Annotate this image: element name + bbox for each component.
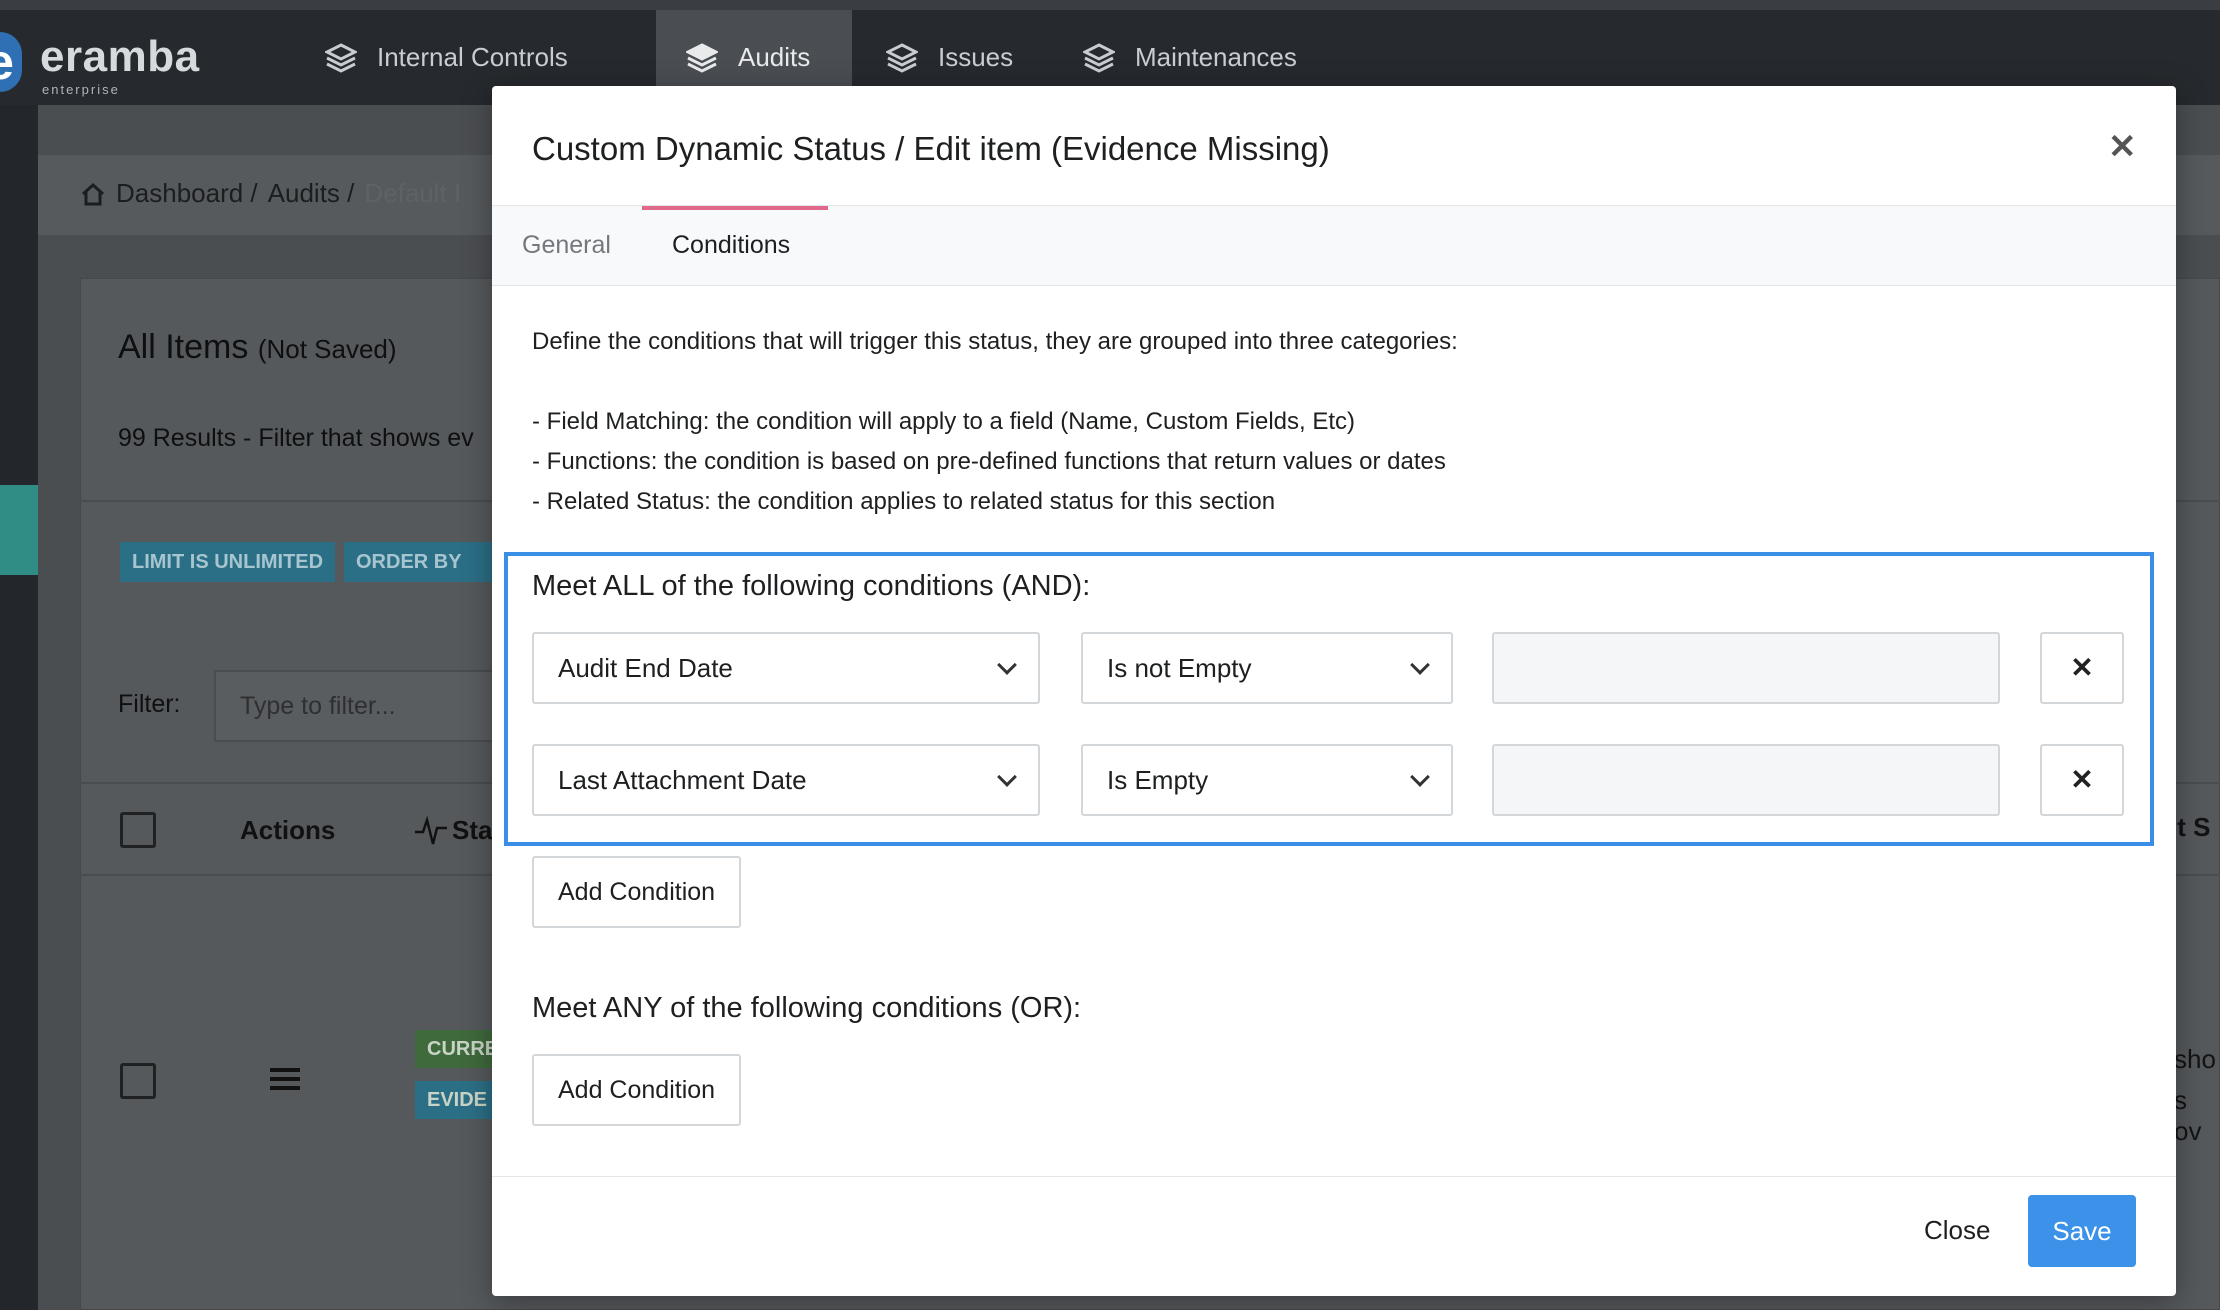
bullet-field-matching: - Field Matching: the condition will app… [532, 408, 1355, 435]
left-sidebar [0, 105, 38, 1310]
breadcrumb: Dashboard / Audits / Default I [80, 178, 461, 209]
condition-value-input[interactable] [1492, 744, 2000, 816]
logo-subtext: enterprise [42, 82, 120, 97]
filter-label: Filter: [118, 690, 181, 718]
layers-icon [686, 42, 718, 73]
row-text-fragment: sho [2174, 1044, 2216, 1074]
remove-condition-button[interactable]: ✕ [2040, 744, 2124, 816]
order-tag[interactable]: ORDER BY CF [344, 542, 492, 582]
card-title-note: (Not Saved) [257, 334, 397, 364]
sidebar-active-marker [0, 485, 38, 575]
condition-field-value: Audit End Date [558, 653, 733, 683]
row-checkbox[interactable] [120, 1063, 156, 1099]
results-summary: 99 Results - Filter that shows ev [118, 424, 474, 452]
row-text-fragment: s ov [2174, 1085, 2202, 1146]
condition-field-select[interactable]: Last Attachment Date [532, 744, 1040, 816]
breadcrumb-dashboard[interactable]: Dashboard / [116, 178, 258, 209]
chevron-down-icon [997, 767, 1017, 787]
filter-input[interactable]: Type to filter... [214, 670, 514, 742]
logo-text: eramba [40, 32, 200, 81]
nav-tab-label: Maintenances [1135, 42, 1297, 72]
status-badge: EVIDE [415, 1081, 495, 1119]
bullet-functions: - Functions: the condition is based on p… [532, 448, 1446, 475]
chevron-down-icon [1410, 767, 1430, 787]
remove-condition-button[interactable]: ✕ [2040, 632, 2124, 704]
eramba-logo[interactable]: e eramba enterprise [0, 10, 240, 105]
condition-operator-value: Is not Empty [1107, 653, 1252, 683]
or-section-title: Meet ANY of the following conditions (OR… [532, 992, 1082, 1024]
condition-value-input[interactable] [1492, 632, 2000, 704]
column-status[interactable]: Sta [414, 815, 492, 846]
save-button[interactable]: Save [2028, 1195, 2136, 1267]
add-or-condition-button[interactable]: Add Condition [532, 1054, 742, 1126]
edit-status-modal: Custom Dynamic Status / Edit item (Evide… [492, 86, 2176, 1296]
condition-operator-value: Is Empty [1107, 765, 1209, 795]
layers-icon [325, 42, 357, 73]
and-section-title: Meet ALL of the following conditions (AN… [532, 570, 1091, 602]
card-title: All Items (Not Saved) [118, 328, 397, 367]
condition-field-select[interactable]: Audit End Date [532, 632, 1040, 704]
modal-tabs: General Conditions [492, 206, 2176, 286]
breadcrumb-audits[interactable]: Audits / [268, 178, 355, 209]
bullet-related-status: - Related Status: the condition applies … [532, 488, 1276, 515]
column-fragment: it S [2170, 812, 2211, 842]
add-and-condition-button[interactable]: Add Condition [532, 856, 742, 928]
column-status-label: Sta [452, 815, 493, 845]
modal-header: Custom Dynamic Status / Edit item (Evide… [492, 86, 2176, 206]
close-button[interactable]: Close [1924, 1215, 1990, 1246]
home-icon[interactable] [80, 182, 106, 206]
nav-tab-label: Audits [738, 42, 811, 72]
chevron-down-icon [1410, 655, 1430, 675]
breadcrumb-current: Default I [364, 178, 462, 208]
modal-title: Custom Dynamic Status / Edit item (Evide… [532, 130, 1330, 167]
layers-icon [886, 42, 918, 73]
activity-icon [415, 815, 447, 844]
logo-mark-icon: e [0, 32, 22, 92]
column-actions[interactable]: Actions [240, 815, 335, 846]
tab-conditions[interactable]: Conditions [642, 206, 828, 286]
layers-icon [1083, 42, 1115, 73]
modal-footer: Close Save [492, 1176, 2176, 1296]
nav-tab-label: Internal Controls [377, 42, 568, 72]
row-actions-menu-icon[interactable] [270, 1068, 300, 1095]
card-title-text: All Items [118, 328, 249, 366]
nav-tab-label: Issues [938, 42, 1014, 72]
condition-operator-select[interactable]: Is Empty [1081, 744, 1453, 816]
conditions-description: Define the conditions that will trigger … [532, 322, 2132, 522]
limit-tag[interactable]: LIMIT IS UNLIMITED [120, 542, 336, 582]
condition-field-value: Last Attachment Date [558, 765, 807, 795]
status-badge: CURRE [415, 1030, 495, 1068]
chevron-down-icon [997, 655, 1017, 675]
tab-general[interactable]: General [492, 206, 641, 286]
close-icon[interactable]: ✕ [2108, 130, 2137, 164]
intro-text: Define the conditions that will trigger … [532, 328, 1458, 355]
select-all-checkbox[interactable] [120, 812, 156, 848]
condition-operator-select[interactable]: Is not Empty [1081, 632, 1453, 704]
